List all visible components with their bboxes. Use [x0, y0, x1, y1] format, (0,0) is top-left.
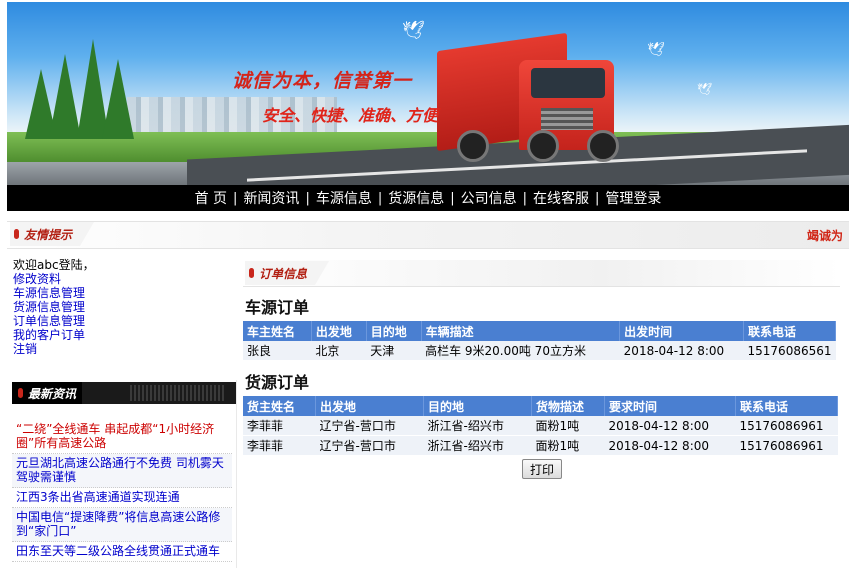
bird-icon: 🕊 [697, 82, 713, 96]
print-button[interactable]: 打印 [522, 459, 562, 479]
cell-phone: 15176086961 [735, 416, 838, 436]
col-owner: 车主姓名 [243, 321, 312, 341]
main-nav: 首 页 | 新闻资讯 | 车源信息 | 货源信息 | 公司信息 | 在线客服 |… [7, 185, 849, 211]
truck-wheel-graphic [527, 130, 559, 162]
col-origin: 出发地 [315, 396, 424, 416]
nav-vehicle-info[interactable]: 车源信息 [310, 188, 378, 208]
cell-cargo-desc: 面粉1吨 [531, 416, 605, 436]
lantern-icon [14, 229, 19, 239]
cell-destination: 浙江省-绍兴市 [423, 416, 532, 436]
news-item[interactable]: 中国电信“提速降费”将信息高速公路修到“家门口” [12, 508, 232, 542]
news-item[interactable]: 元旦湖北高速公路通行不免费 司机雾天驾驶需谨慎 [12, 454, 232, 488]
col-depart-time: 出发时间 [619, 321, 745, 341]
col-vehicle-desc: 车辆描述 [421, 321, 621, 341]
slogan-main: 诚信为本，信誉第一 [232, 70, 413, 92]
news-list: “二绕”全线通车 串起成都“1小时经济圈”所有高速公路 元旦湖北高速公路通行不免… [12, 420, 232, 562]
col-shipper: 货主姓名 [243, 396, 316, 416]
cargo-orders-heading: 货源订单 [245, 373, 310, 392]
truck-grill-graphic [541, 108, 593, 130]
welcome-text: 欢迎abc登陆， [13, 258, 95, 272]
col-phone: 联系电话 [743, 321, 836, 341]
col-origin: 出发地 [311, 321, 367, 341]
logout-link[interactable]: 注销 [13, 342, 233, 356]
column-divider [236, 380, 237, 568]
slogan-sub: 安全、快捷、准确、方便 [262, 106, 439, 125]
bird-icon: 🕊 [647, 42, 665, 58]
header-banner: 🕊 🕊 🕊 诚信为本，信誉第一 安全、快捷、准确、方便 [7, 2, 849, 185]
news-title-label: 最新资讯 [28, 386, 77, 401]
cell-depart-time: 2018-04-12 8:00 [619, 341, 744, 361]
news-item[interactable]: 田东至天等二级公路全线贯通正式通车 [12, 542, 232, 562]
tip-title: 友情提示 [10, 222, 95, 246]
vehicle-orders-table: 车主姓名 出发地 目的地 车辆描述 出发时间 联系电话 张良 北京 天津 高栏车… [243, 321, 836, 361]
truck-wheel-graphic [587, 130, 619, 162]
nav-company-info[interactable]: 公司信息 [455, 188, 523, 208]
col-destination: 目的地 [423, 396, 532, 416]
col-cargo-desc: 货物描述 [531, 396, 605, 416]
cell-owner: 张良 [243, 341, 312, 361]
user-panel: 欢迎abc登陆， 修改资料 车源信息管理 货源信息管理 订单信息管理 我的客户订… [13, 258, 233, 356]
table-header-row: 车主姓名 出发地 目的地 车辆描述 出发时间 联系电话 [243, 321, 836, 341]
lantern-icon [249, 268, 254, 278]
cell-phone: 15176086961 [735, 435, 838, 456]
cargo-manage-link[interactable]: 货源信息管理 [13, 300, 233, 314]
cell-vehicle-desc: 高栏车 9米20.00吨 70立方米 [421, 341, 620, 361]
news-title: 最新资讯 [12, 382, 83, 404]
nav-online-service[interactable]: 在线客服 [527, 188, 595, 208]
cell-destination: 浙江省-绍兴市 [423, 435, 532, 456]
news-item[interactable]: “二绕”全线通车 串起成都“1小时经济圈”所有高速公路 [12, 420, 232, 454]
news-header: 最新资讯 [12, 382, 236, 404]
tip-bar: 友情提示 竭诚为 [7, 221, 849, 249]
order-manage-link[interactable]: 订单信息管理 [13, 314, 233, 328]
bird-icon: 🕊 [402, 20, 425, 41]
nav-admin-login[interactable]: 管理登录 [599, 188, 667, 208]
cargo-orders-table: 货主姓名 出发地 目的地 货物描述 要求时间 联系电话 李菲菲 辽宁省-营口市 … [243, 396, 838, 456]
vehicle-manage-link[interactable]: 车源信息管理 [13, 286, 233, 300]
cell-shipper: 李菲菲 [243, 416, 316, 436]
table-row: 李菲菲 辽宁省-营口市 浙江省-绍兴市 面粉1吨 2018-04-12 8:00… [243, 435, 838, 456]
orders-title-label: 订单信息 [259, 266, 308, 281]
news-item[interactable]: 江西3条出省高速通道实现连通 [12, 488, 232, 508]
nav-home[interactable]: 首 页 [189, 188, 233, 208]
orders-title: 订单信息 [245, 261, 330, 285]
tip-title-label: 友情提示 [24, 227, 73, 242]
table-row: 李菲菲 辽宁省-营口市 浙江省-绍兴市 面粉1吨 2018-04-12 8:00… [243, 416, 838, 436]
cell-phone: 15176086561 [743, 341, 836, 361]
orders-header: 订单信息 [243, 260, 840, 287]
table-row: 张良 北京 天津 高栏车 9米20.00吨 70立方米 2018-04-12 8… [243, 341, 836, 361]
cell-origin: 北京 [311, 341, 367, 361]
table-header-row: 货主姓名 出发地 目的地 货物描述 要求时间 联系电话 [243, 396, 838, 416]
col-required-time: 要求时间 [604, 396, 736, 416]
customer-orders-link[interactable]: 我的客户订单 [13, 328, 233, 342]
cell-required-time: 2018-04-12 8:00 [604, 416, 736, 436]
cell-destination: 天津 [366, 341, 422, 361]
truck-wheel-graphic [457, 130, 489, 162]
lantern-icon [18, 388, 23, 398]
nav-cargo-info[interactable]: 货源信息 [382, 188, 450, 208]
cell-origin: 辽宁省-营口市 [315, 416, 424, 436]
cell-required-time: 2018-04-12 8:00 [604, 435, 736, 456]
truck-window-graphic [531, 68, 605, 98]
nav-news[interactable]: 新闻资讯 [237, 188, 305, 208]
scrolling-notice: 竭诚为 [807, 229, 844, 243]
cell-origin: 辽宁省-营口市 [315, 435, 424, 456]
cell-shipper: 李菲菲 [243, 435, 316, 456]
cell-cargo-desc: 面粉1吨 [531, 435, 605, 456]
col-destination: 目的地 [366, 321, 422, 341]
vehicle-orders-heading: 车源订单 [245, 298, 310, 317]
edit-profile-link[interactable]: 修改资料 [13, 272, 233, 286]
decorative-stripe [130, 385, 224, 401]
col-phone: 联系电话 [735, 396, 838, 416]
tree-graphic [102, 59, 134, 139]
